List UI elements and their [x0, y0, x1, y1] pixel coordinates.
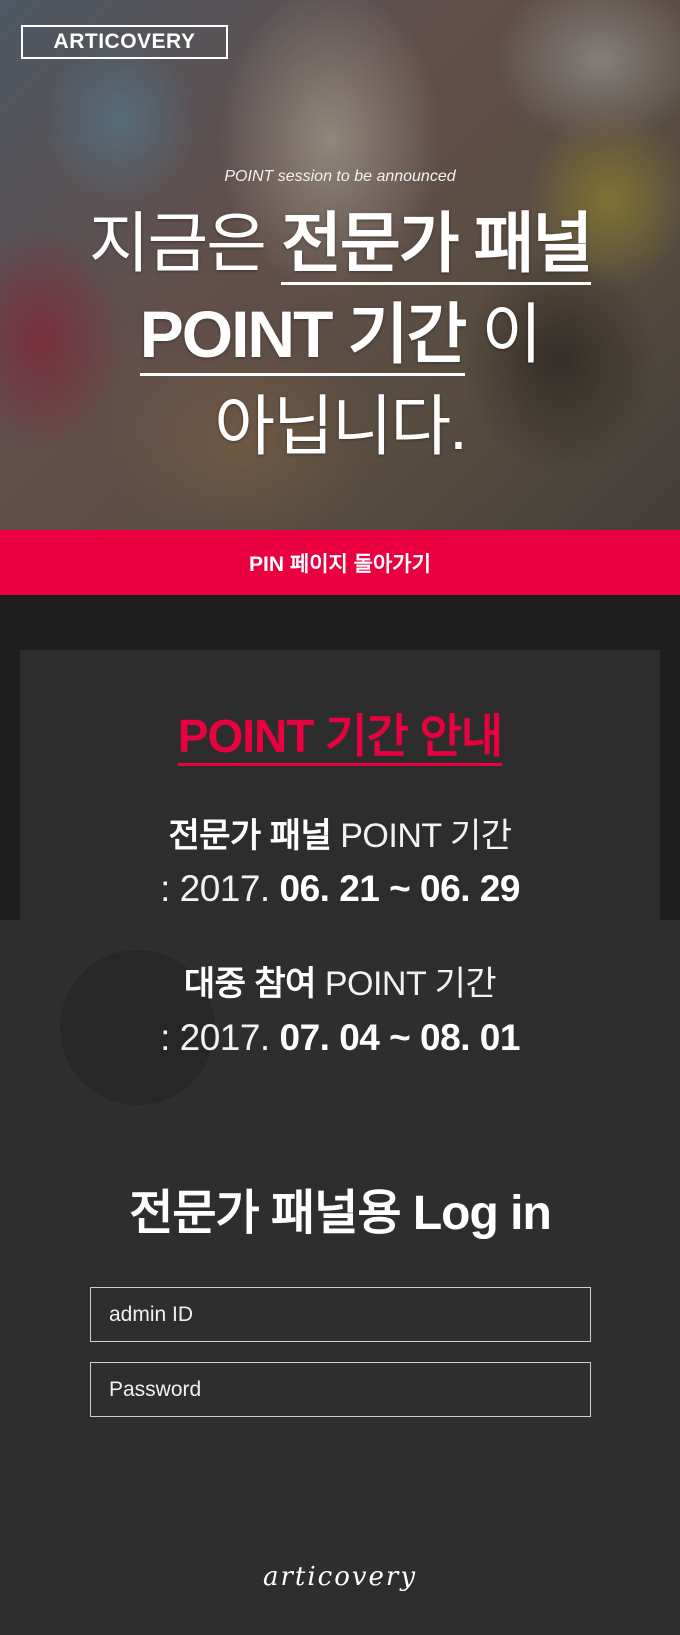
public-period-date: : 2017. 07. 04 ~ 08. 01	[0, 1017, 680, 1059]
hero-line-1: 지금은 전문가 패널	[0, 203, 680, 285]
hero-line-2: POINT 기간 이	[0, 294, 680, 376]
hero-line-1-emphasis: 전문가 패널	[281, 206, 593, 285]
expert-label-bold: 전문가 패널	[168, 817, 332, 855]
hero-line-1-plain: 지금은	[88, 206, 267, 280]
public-date-prefix: : 2017.	[160, 1017, 270, 1058]
hero-section: ARTICOVERY POINT session to be announced…	[0, 0, 680, 530]
expert-label-light: POINT 기간	[340, 817, 512, 855]
articovery-logo[interactable]: ARTICOVERY	[21, 25, 228, 59]
public-period-label: 대중 참여 POINT 기간	[0, 956, 680, 1005]
public-date-range: 07. 04 ~ 08. 01	[279, 1017, 521, 1058]
expert-date-prefix: : 2017.	[160, 868, 270, 909]
expert-period-date: : 2017. 06. 21 ~ 06. 29	[0, 868, 680, 910]
point-period-title: POINT 기간 안내	[0, 700, 680, 766]
pin-page-return-button[interactable]: PIN 페이지 돌아가기	[0, 530, 680, 595]
expert-period-label: 전문가 패널 POINT 기간	[0, 808, 680, 857]
login-title: 전문가 패널용 Log in	[129, 1187, 552, 1240]
point-period-title-text: POINT 기간 안내	[177, 710, 503, 766]
hero-subtitle: POINT session to be announced	[224, 168, 456, 185]
hero-line-3: 아닙니다.	[214, 389, 467, 463]
hero-line-2-emphasis: POINT 기간	[139, 297, 467, 376]
admin-id-input[interactable]	[90, 1287, 591, 1342]
password-input[interactable]	[90, 1362, 591, 1417]
hero-line-2-plain: 이	[481, 297, 543, 371]
public-label-bold: 대중 참여	[183, 965, 317, 1003]
public-label-light: POINT 기간	[324, 965, 497, 1003]
expert-date-range: 06. 21 ~ 06. 29	[279, 868, 521, 909]
footer-logo: articovery	[262, 1562, 418, 1592]
